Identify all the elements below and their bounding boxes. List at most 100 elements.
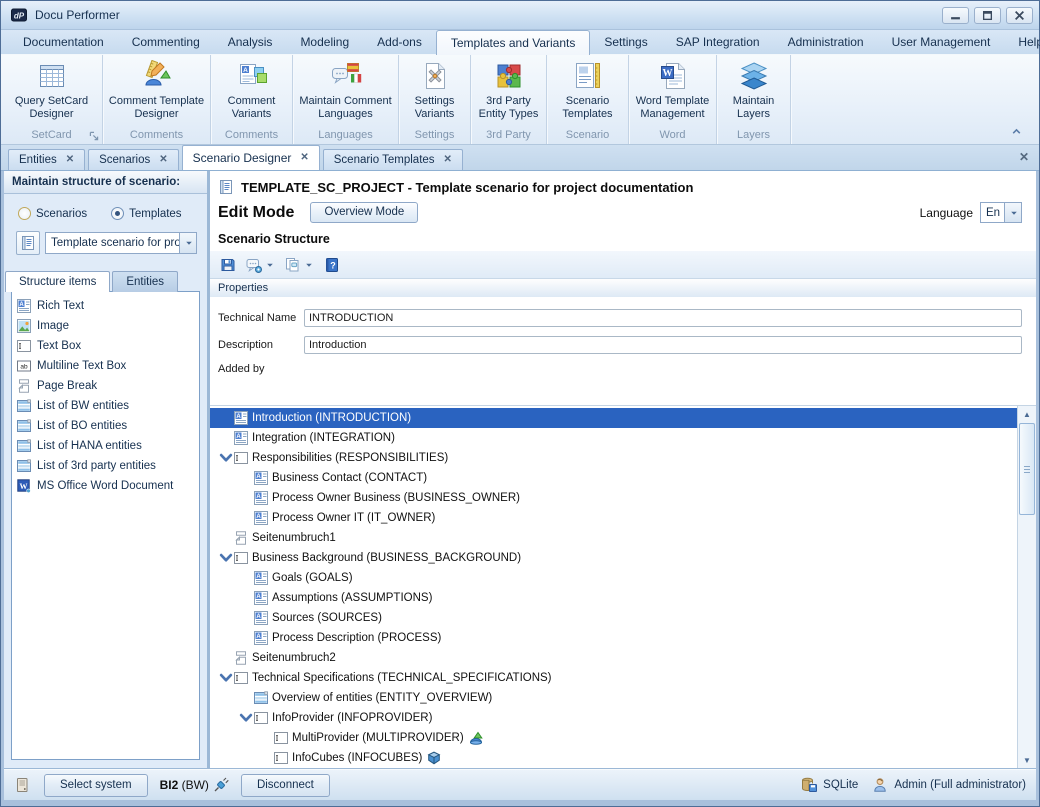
ribbon-button-comment-variants[interactable]: A Comment Variants — [211, 59, 292, 127]
disconnect-button[interactable]: Disconnect — [241, 774, 330, 797]
app-window: dP Docu Performer DocumentationCommentin… — [0, 0, 1040, 807]
structure-item-list-of-bw-entities[interactable]: List of BW entities — [12, 396, 199, 416]
tree-item-assumptions-assumptions[interactable]: A Assumptions (ASSUMPTIONS) — [210, 588, 1017, 608]
tree-item-seitenumbruch1[interactable]: Seitenumbruch1 — [210, 528, 1017, 548]
menu-tab-help[interactable]: Help — [1004, 30, 1040, 54]
radio-templates[interactable]: Templates — [111, 207, 181, 220]
menu-tab-administration[interactable]: Administration — [774, 30, 878, 54]
radio-templates-circle[interactable] — [111, 207, 124, 220]
structure-item-ms-office-word-document[interactable]: W MS Office Word Document — [12, 476, 199, 496]
template-combobox-dropdown-button[interactable] — [179, 233, 196, 253]
doc-tab-scenarios[interactable]: Scenarios ✕ — [88, 149, 179, 170]
scroll-down-icon[interactable]: ▼ — [1018, 752, 1036, 769]
description-input[interactable] — [304, 336, 1022, 354]
scrollbar-track[interactable] — [1018, 515, 1036, 752]
scrollbar-thumb[interactable] — [1019, 423, 1035, 515]
radio-scenarios[interactable]: Scenarios — [18, 207, 87, 220]
ribbon-button-3rd-party-entity-types[interactable]: 3rd Party Entity Types — [471, 59, 546, 127]
tree-item-overview-of-entities-entity-overview[interactable]: Overview of entities (ENTITY_OVERVIEW) — [210, 688, 1017, 708]
tree-item-infocubes-infocubes[interactable]: InfoCubes (INFOCUBES) — [210, 748, 1017, 768]
expander-spacer — [238, 592, 254, 604]
tree-item-business-background-business-background[interactable]: Business Background (BUSINESS_BACKGROUND… — [210, 548, 1017, 568]
language-combobox[interactable]: En — [980, 202, 1022, 223]
menu-tab-user-management[interactable]: User Management — [878, 30, 1005, 54]
tree-item-responsibilities-responsibilities[interactable]: Responsibilities (RESPONSIBILITIES) — [210, 448, 1017, 468]
expander-icon[interactable] — [218, 672, 234, 684]
ribbon-button-maintain-comment-languages[interactable]: Maintain Comment Languages — [293, 59, 398, 127]
tree-item-business-contact-contact[interactable]: A Business Contact (CONTACT) — [210, 468, 1017, 488]
tree-item-infoprovider-infoprovider[interactable]: InfoProvider (INFOPROVIDER) — [210, 708, 1017, 728]
sidebar-tab-structure-items[interactable]: Structure items — [5, 271, 110, 292]
menu-tab-analysis[interactable]: Analysis — [214, 30, 287, 54]
ribbon-button-query-setcard-designer[interactable]: Query SetCard Designer — [1, 59, 102, 127]
edit-mode-label: Edit Mode — [218, 204, 294, 222]
menu-tab-sap-integration[interactable]: SAP Integration — [662, 30, 774, 54]
structure-item-image[interactable]: Image — [12, 316, 199, 336]
menu-tab-commenting[interactable]: Commenting — [118, 30, 214, 54]
document-tab-strip: Entities ✕ Scenarios ✕ Scenario Designer… — [1, 145, 1039, 171]
structure-item-multiline-text-box[interactable]: ab Multiline Text Box — [12, 356, 199, 376]
template-list-button[interactable] — [16, 231, 40, 255]
tree-item-technical-specifications-technical-specifications[interactable]: Technical Specifications (TECHNICAL_SPEC… — [210, 668, 1017, 688]
svg-text:A: A — [243, 67, 248, 74]
tree-item-process-description-process[interactable]: A Process Description (PROCESS) — [210, 628, 1017, 648]
tab-close-icon[interactable]: ✕ — [444, 155, 452, 165]
overview-mode-button[interactable]: Overview Mode — [310, 202, 418, 223]
ribbon-button-comment-template-designer[interactable]: Comment Template Designer — [103, 59, 210, 127]
ribbon-button-maintain-layers[interactable]: Maintain Layers — [717, 59, 790, 127]
tab-close-icon[interactable]: ✕ — [159, 155, 167, 165]
tree-item-integration-integration[interactable]: A Integration (INTEGRATION) — [210, 428, 1017, 448]
expander-icon[interactable] — [218, 552, 234, 564]
doc-tab-scenario-templates[interactable]: Scenario Templates ✕ — [323, 149, 463, 170]
help-button[interactable]: ? — [321, 255, 343, 275]
tree-item-goals-goals[interactable]: A Goals (GOALS) — [210, 568, 1017, 588]
tree-item-process-owner-it-it-owner[interactable]: A Process Owner IT (IT_OWNER) — [210, 508, 1017, 528]
ribbon-button-settings-variants[interactable]: Settings Variants — [399, 59, 470, 127]
technical-name-input[interactable] — [304, 309, 1022, 327]
svg-text:A: A — [236, 414, 241, 420]
ribbon-button-word-template-management[interactable]: W Word Template Management — [629, 59, 716, 127]
ribbon-button-scenario-templates[interactable]: Scenario Templates — [547, 59, 628, 127]
menu-tab-settings[interactable]: Settings — [590, 30, 661, 54]
radio-scenarios-circle[interactable] — [18, 207, 31, 220]
dialog-launcher-button[interactable] — [88, 130, 100, 142]
tree-item-sources-sources[interactable]: A Sources (SOURCES) — [210, 608, 1017, 628]
tab-close-icon[interactable]: ✕ — [66, 155, 74, 165]
structure-item-text-box[interactable]: Text Box — [12, 336, 199, 356]
structure-item-page-break[interactable]: Page Break — [12, 376, 199, 396]
select-system-button[interactable]: Select system — [44, 774, 148, 797]
close-button[interactable] — [1006, 7, 1033, 24]
sidebar-tab-entities[interactable]: Entities — [112, 271, 178, 292]
structure-item-list-of-bo-entities[interactable]: List of BO entities — [12, 416, 199, 436]
language-dropdown-button[interactable] — [1004, 203, 1021, 222]
tree-item-process-owner-business-business-owner[interactable]: A Process Owner Business (BUSINESS_OWNER… — [210, 488, 1017, 508]
menu-tab-add-ons[interactable]: Add-ons — [363, 30, 436, 54]
doc-tab-scenario-designer[interactable]: Scenario Designer ✕ — [182, 145, 320, 170]
ribbon-group-caption: Comments — [103, 127, 210, 144]
structure-item-list-of-3rd-party-entities[interactable]: List of 3rd party entities — [12, 456, 199, 476]
save-button[interactable] — [217, 255, 239, 275]
template-combobox[interactable]: Template scenario for projec — [45, 232, 197, 254]
structure-item-rich-text[interactable]: A Rich Text — [12, 296, 199, 316]
menu-tab-documentation[interactable]: Documentation — [9, 30, 118, 54]
maximize-button[interactable] — [974, 7, 1001, 24]
tab-close-icon[interactable]: ✕ — [300, 153, 308, 163]
menu-tab-templates-and-variants[interactable]: Templates and Variants — [436, 30, 591, 55]
tree-item-multiprovider-multiprovider[interactable]: MultiProvider (MULTIPROVIDER) — [210, 728, 1017, 748]
tab-strip-close-icon[interactable]: ✕ — [1019, 150, 1029, 164]
tree-item-seitenumbruch2[interactable]: Seitenumbruch2 — [210, 648, 1017, 668]
tree-item-introduction-introduction[interactable]: A Introduction (INTRODUCTION) — [210, 408, 1017, 428]
menu-tab-modeling[interactable]: Modeling — [286, 30, 363, 54]
ribbon-button-label: Scenario Templates — [549, 95, 626, 121]
structure-item-label: Multiline Text Box — [37, 360, 126, 372]
doc-tab-entities[interactable]: Entities ✕ — [8, 149, 85, 170]
copy-comment-button[interactable] — [282, 255, 317, 275]
expander-icon[interactable] — [238, 712, 254, 724]
collapse-ribbon-button[interactable] — [1011, 126, 1025, 138]
structure-item-list-of-hana-entities[interactable]: List of HANA entities — [12, 436, 199, 456]
scroll-up-icon[interactable]: ▲ — [1018, 406, 1036, 423]
add-comment-button[interactable] — [243, 255, 278, 275]
minimize-button[interactable] — [942, 7, 969, 24]
expander-icon[interactable] — [218, 452, 234, 464]
tree-scrollbar[interactable]: ▲ ▼ — [1017, 406, 1036, 769]
